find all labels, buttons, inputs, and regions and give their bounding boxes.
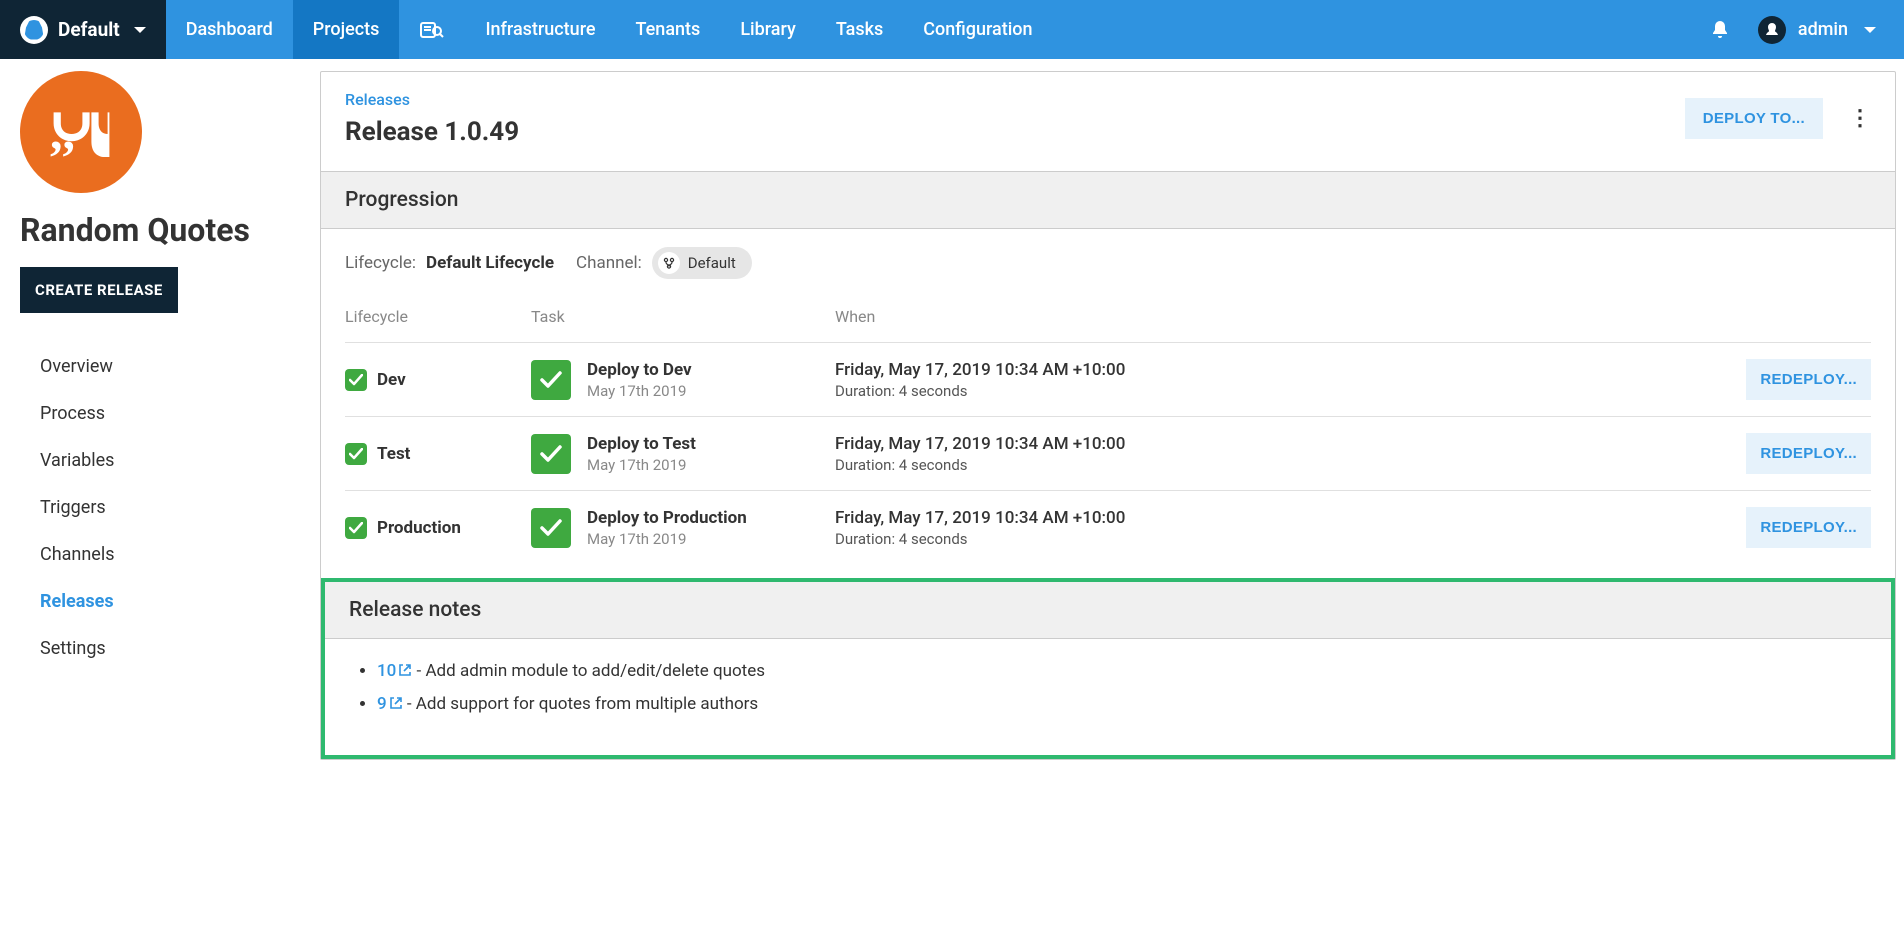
nav-dashboard[interactable]: Dashboard [166, 0, 293, 59]
channel-pill[interactable]: Default [652, 247, 752, 279]
nav-items: Dashboard Projects Infrastructure Tenant… [166, 0, 1053, 59]
sidebar: ,, Random Quotes CREATE RELEASE Overview… [0, 59, 320, 768]
note-text: - Add admin module to add/edit/delete qu… [412, 661, 765, 681]
progression-header: Progression [321, 171, 1895, 229]
when-duration: Duration: 4 seconds [835, 382, 1721, 400]
task-title[interactable]: Deploy to Dev [587, 360, 692, 380]
sidebar-item-releases[interactable]: Releases [20, 578, 320, 625]
user-name: admin [1798, 19, 1848, 40]
top-right: admin [1710, 0, 1904, 59]
external-link-icon [389, 695, 403, 715]
space-name: Default [58, 18, 120, 41]
create-release-button[interactable]: CREATE RELEASE [20, 267, 178, 313]
env-name: Production [377, 518, 461, 538]
when-timestamp: Friday, May 17, 2019 10:34 AM +10:00 [835, 360, 1721, 380]
redeploy-button[interactable]: REDEPLOY... [1746, 507, 1871, 548]
release-notes-list: 10 - Add admin module to add/edit/delete… [325, 639, 1891, 715]
release-title: Release 1.0.49 [345, 117, 1685, 147]
table-row: Dev Deploy to Dev May 17th 2019 Friday, … [345, 342, 1871, 416]
nav-library[interactable]: Library [720, 0, 816, 59]
task-title[interactable]: Deploy to Test [587, 434, 696, 454]
octopus-logo-icon [20, 16, 48, 44]
breadcrumb-releases[interactable]: Releases [345, 90, 1685, 109]
nav-tasks[interactable]: Tasks [816, 0, 903, 59]
check-icon [531, 434, 571, 474]
list-item: 10 - Add admin module to add/edit/delete… [377, 661, 1867, 682]
search-icon [419, 20, 445, 40]
nav-configuration[interactable]: Configuration [903, 0, 1052, 59]
external-link-icon [398, 662, 412, 682]
env-name: Dev [377, 370, 406, 390]
user-menu[interactable]: admin [1758, 16, 1876, 44]
check-icon [531, 360, 571, 400]
check-icon [345, 517, 367, 539]
sidebar-item-settings[interactable]: Settings [20, 625, 320, 672]
nav-search[interactable] [399, 0, 465, 59]
check-icon [531, 508, 571, 548]
svg-text:,,: ,, [50, 107, 75, 157]
deploy-to-button[interactable]: DEPLOY TO... [1685, 98, 1823, 139]
channel-label: Channel: [576, 253, 642, 273]
col-task: Task [531, 307, 835, 326]
table-row: Test Deploy to Test May 17th 2019 Friday… [345, 416, 1871, 490]
sidebar-item-triggers[interactable]: Triggers [20, 484, 320, 531]
col-when: When [835, 307, 1721, 326]
avatar-icon [1758, 16, 1786, 44]
branch-icon [658, 252, 680, 274]
list-item: 9 - Add support for quotes from multiple… [377, 694, 1867, 715]
sidebar-item-variables[interactable]: Variables [20, 437, 320, 484]
lifecycle-value: Default Lifecycle [426, 253, 554, 273]
top-nav: Default Dashboard Projects Infrastructur… [0, 0, 1904, 59]
task-date: May 17th 2019 [587, 456, 696, 474]
when-duration: Duration: 4 seconds [835, 530, 1721, 548]
check-icon [345, 443, 367, 465]
note-link[interactable]: 9 [377, 694, 403, 714]
chevron-down-icon [1864, 27, 1876, 33]
table-row: Production Deploy to Production May 17th… [345, 490, 1871, 564]
note-link[interactable]: 10 [377, 661, 412, 681]
check-icon [345, 369, 367, 391]
release-header: Releases Release 1.0.49 DEPLOY TO... ⋮ [321, 72, 1895, 171]
when-duration: Duration: 4 seconds [835, 456, 1721, 474]
release-notes-header: Release notes [325, 582, 1891, 639]
progression-meta: Lifecycle: Default Lifecycle Channel: De… [321, 229, 1895, 297]
chevron-down-icon [134, 27, 146, 33]
channel-value: Default [688, 254, 736, 272]
bell-icon[interactable] [1710, 19, 1730, 41]
task-date: May 17th 2019 [587, 382, 692, 400]
sidebar-item-channels[interactable]: Channels [20, 531, 320, 578]
nav-projects[interactable]: Projects [293, 0, 400, 59]
col-lifecycle: Lifecycle [345, 307, 531, 326]
sidebar-item-process[interactable]: Process [20, 390, 320, 437]
redeploy-button[interactable]: REDEPLOY... [1746, 433, 1871, 474]
release-notes-section: Release notes 10 - Add admin module to a… [321, 578, 1895, 759]
content: Releases Release 1.0.49 DEPLOY TO... ⋮ P… [320, 59, 1904, 768]
lifecycle-label: Lifecycle: [345, 253, 416, 273]
progression-table: Lifecycle Task When Dev Deploy to Dev [321, 297, 1895, 572]
nav-infrastructure[interactable]: Infrastructure [465, 0, 615, 59]
env-name: Test [377, 444, 410, 464]
project-avatar: ,, [20, 71, 142, 193]
note-text: - Add support for quotes from multiple a… [403, 694, 759, 714]
release-panel: Releases Release 1.0.49 DEPLOY TO... ⋮ P… [320, 71, 1896, 760]
redeploy-button[interactable]: REDEPLOY... [1746, 359, 1871, 400]
when-timestamp: Friday, May 17, 2019 10:34 AM +10:00 [835, 508, 1721, 528]
nav-tenants[interactable]: Tenants [616, 0, 721, 59]
project-name: Random Quotes [20, 211, 320, 249]
kebab-menu-icon[interactable]: ⋮ [1849, 108, 1871, 130]
space-selector[interactable]: Default [0, 0, 166, 59]
task-title[interactable]: Deploy to Production [587, 508, 747, 528]
sidebar-item-overview[interactable]: Overview [20, 343, 320, 390]
table-header: Lifecycle Task When [345, 297, 1871, 342]
when-timestamp: Friday, May 17, 2019 10:34 AM +10:00 [835, 434, 1721, 454]
task-date: May 17th 2019 [587, 530, 747, 548]
side-nav: Overview Process Variables Triggers Chan… [20, 343, 320, 672]
